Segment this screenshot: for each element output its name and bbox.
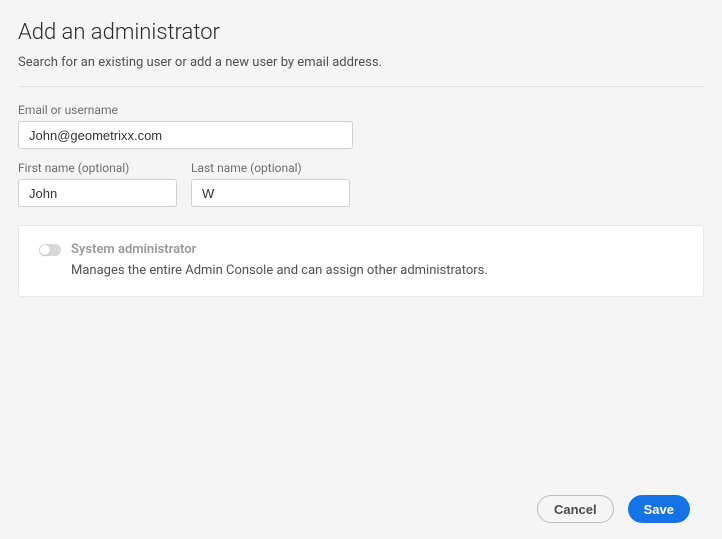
page-title: Add an administrator — [18, 20, 704, 45]
first-name-field-group: First name (optional) — [18, 161, 177, 207]
system-admin-toggle[interactable] — [39, 244, 61, 256]
first-name-label: First name (optional) — [18, 161, 177, 175]
role-header: System administrator — [39, 242, 683, 257]
save-button[interactable]: Save — [628, 495, 690, 523]
role-description: Manages the entire Admin Console and can… — [71, 263, 683, 278]
last-name-label: Last name (optional) — [191, 161, 350, 175]
last-name-input[interactable] — [191, 179, 350, 207]
dialog-body: Add an administrator Search for an exist… — [0, 0, 722, 317]
role-card: System administrator Manages the entire … — [18, 225, 704, 297]
role-title: System administrator — [71, 242, 196, 257]
page-subtitle: Search for an existing user or add a new… — [18, 55, 704, 70]
cancel-button[interactable]: Cancel — [537, 495, 614, 523]
dialog-footer: Cancel Save — [537, 495, 690, 523]
name-fields-row: First name (optional) Last name (optiona… — [18, 161, 704, 207]
email-field-group: Email or username — [18, 103, 704, 149]
toggle-knob — [40, 245, 50, 255]
email-input[interactable] — [18, 121, 353, 149]
first-name-input[interactable] — [18, 179, 177, 207]
email-label: Email or username — [18, 103, 704, 117]
last-name-field-group: Last name (optional) — [191, 161, 350, 207]
section-divider — [18, 86, 704, 87]
